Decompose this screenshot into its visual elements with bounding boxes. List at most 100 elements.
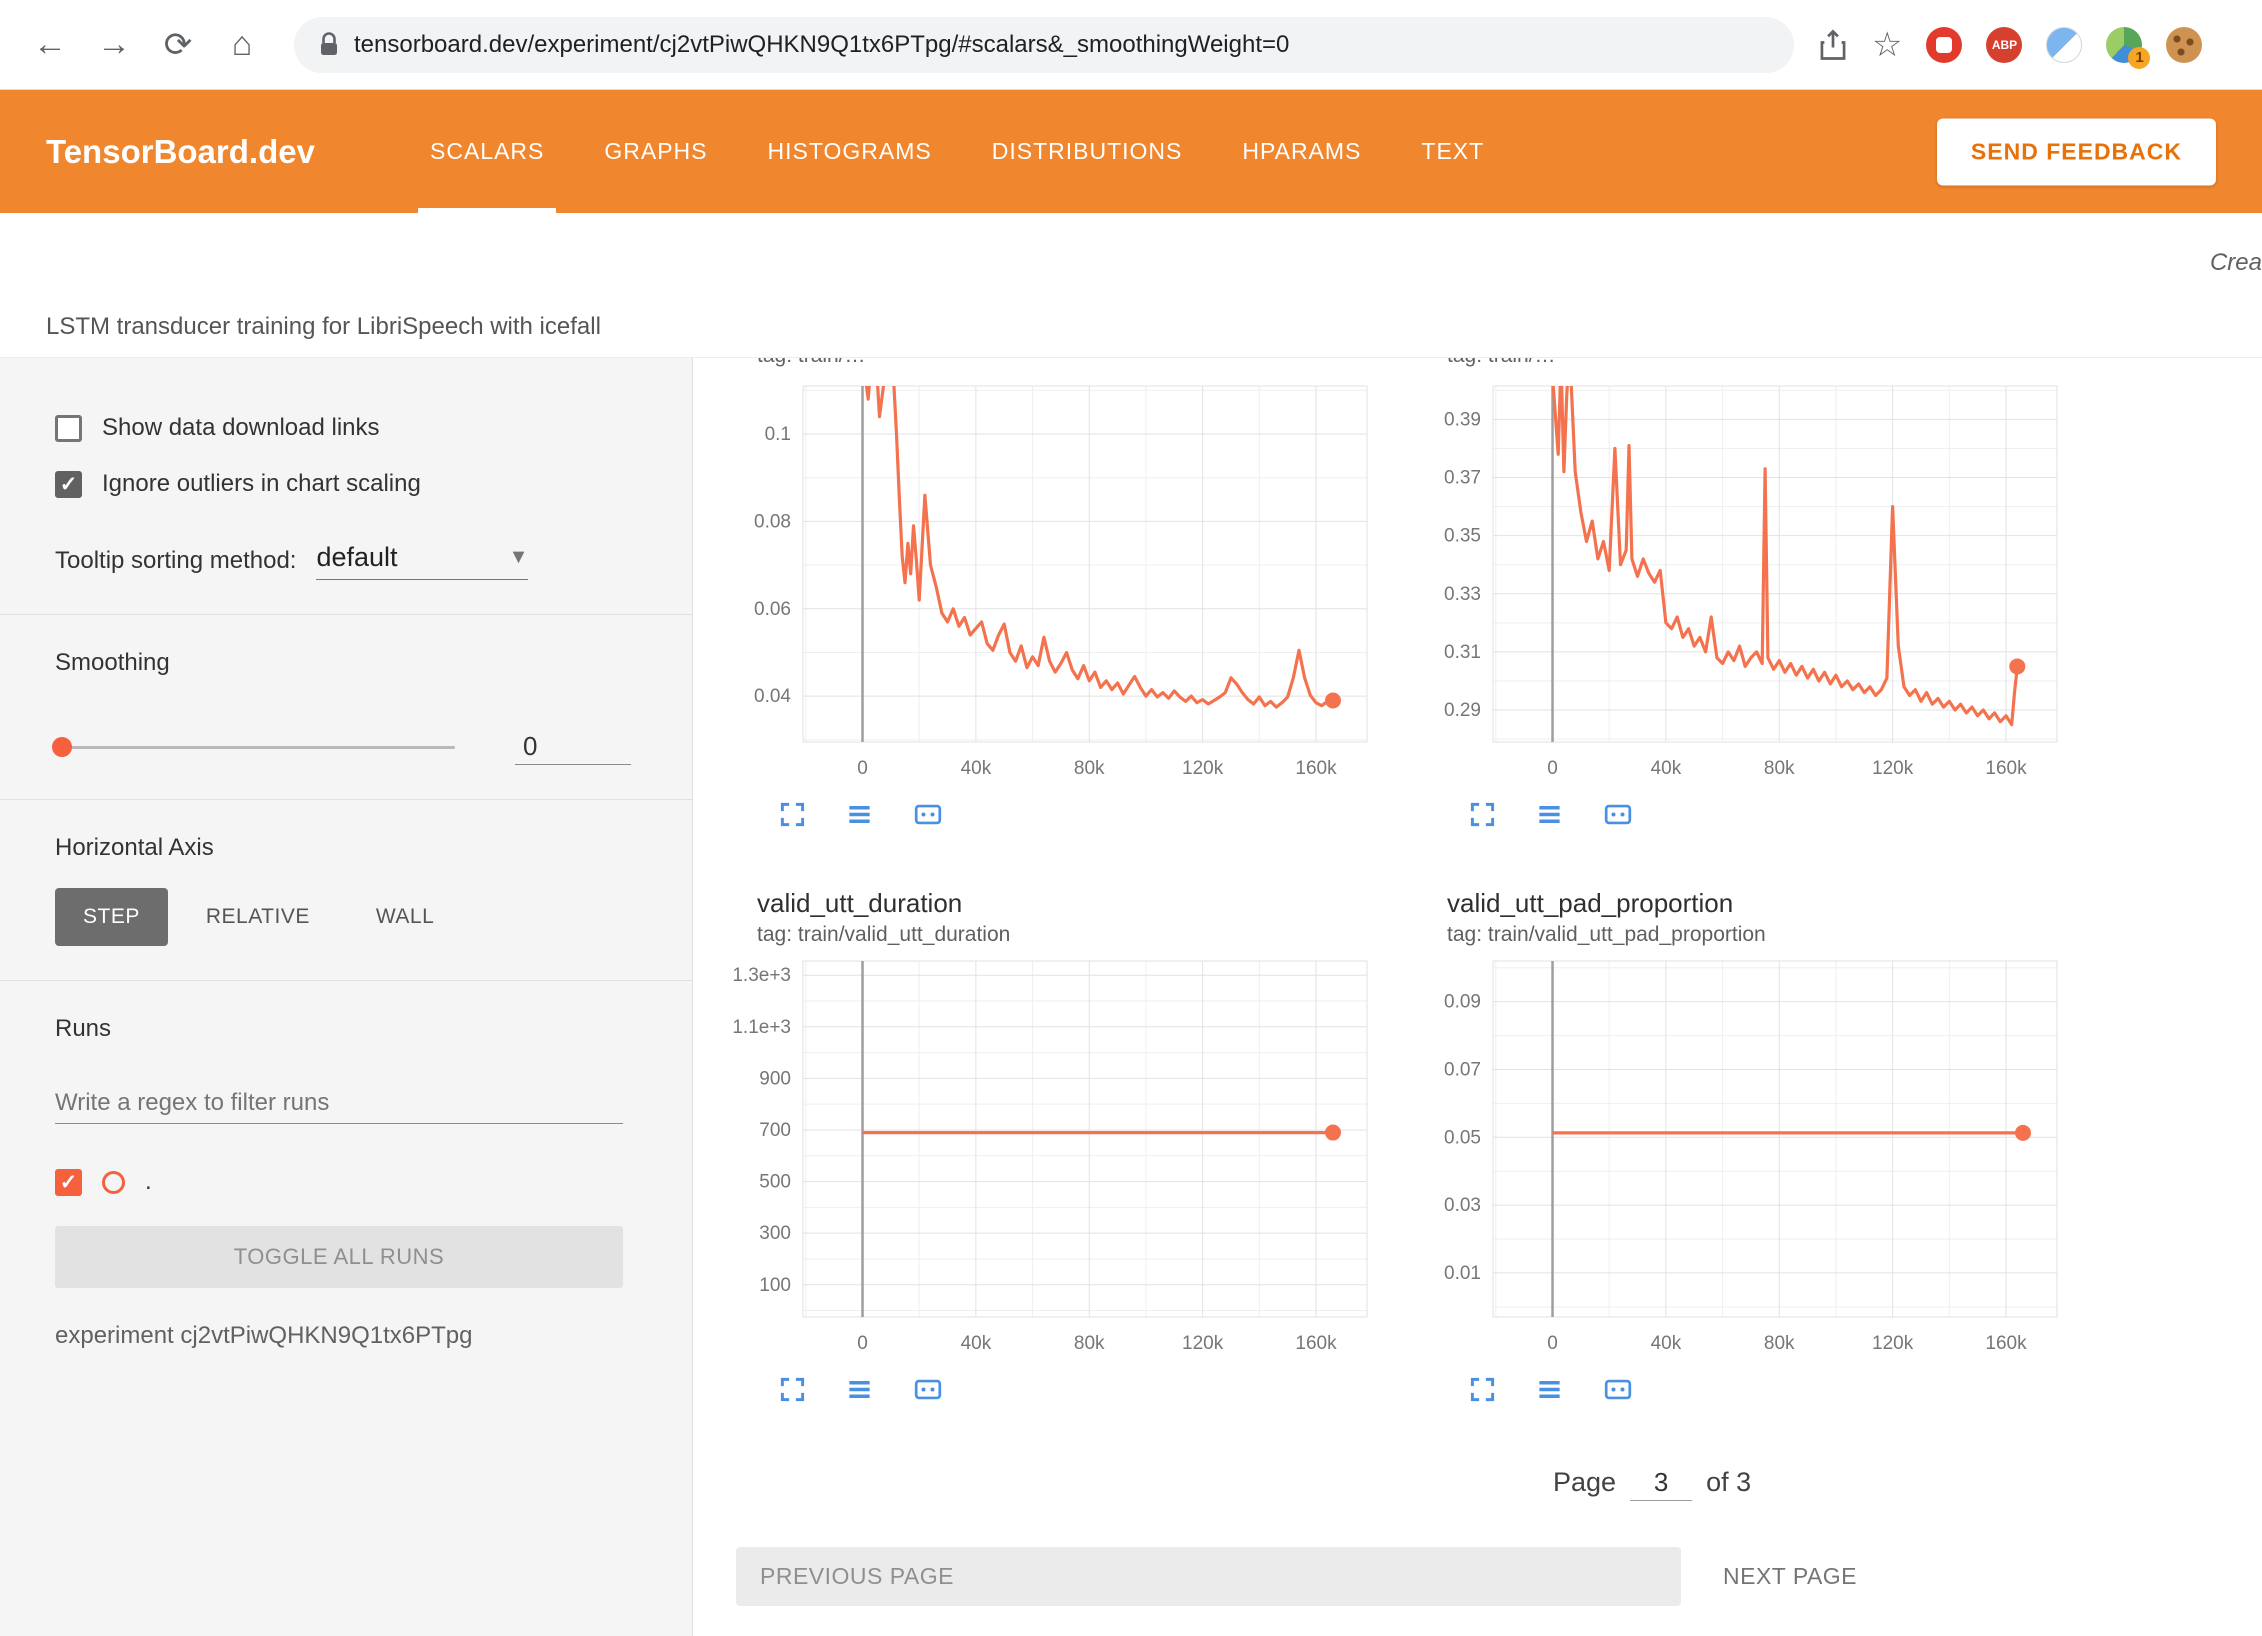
chart-canvas[interactable]: 040k80k120k160k1003005007009001.1e+31.3e… bbox=[723, 953, 1383, 1363]
axis-relative-button[interactable]: RELATIVE bbox=[178, 888, 338, 946]
tab-scalars[interactable]: SCALARS bbox=[400, 90, 574, 213]
chart-card: valid_utt_pad_proportion tag: train/vali… bbox=[1413, 888, 2103, 1407]
axis-wall-button[interactable]: WALL bbox=[348, 888, 462, 946]
ignore-outliers-checkbox[interactable] bbox=[55, 471, 82, 498]
smoothing-value-input[interactable] bbox=[515, 729, 631, 765]
experiment-name: experiment cj2vtPiwQHKN9Q1tx6PTpg bbox=[0, 1322, 692, 1350]
smoothing-slider-row bbox=[0, 729, 692, 765]
svg-text:40k: 40k bbox=[1651, 758, 1682, 779]
run-row[interactable]: . bbox=[0, 1168, 692, 1196]
svg-text:0.33: 0.33 bbox=[1444, 584, 1481, 605]
tooltip-sorting-dropdown[interactable]: default ▼ bbox=[316, 542, 528, 580]
adblock-extension-icon[interactable] bbox=[1926, 27, 1962, 63]
toggle-all-runs-button[interactable]: TOGGLE ALL RUNS bbox=[55, 1226, 623, 1288]
fit-domain-icon[interactable] bbox=[913, 801, 943, 828]
share-icon[interactable] bbox=[1818, 29, 1848, 61]
divider bbox=[0, 799, 692, 800]
blue-extension-icon[interactable] bbox=[2046, 27, 2082, 63]
forward-icon[interactable]: → bbox=[88, 25, 140, 64]
charts-main: tag: train/… 040k80k120k160k0.040.060.08… bbox=[693, 358, 2262, 1636]
svg-text:0: 0 bbox=[857, 1333, 868, 1354]
runs-filter-input[interactable] bbox=[55, 1083, 623, 1124]
svg-text:80k: 80k bbox=[1764, 758, 1795, 779]
settings-sidebar: Show data download links Ignore outliers… bbox=[0, 358, 693, 1636]
chart-toolbar bbox=[1469, 796, 2103, 832]
chart-tag: tag: train/valid_utt_duration bbox=[757, 923, 1413, 947]
svg-text:40k: 40k bbox=[961, 758, 992, 779]
expand-chart-icon[interactable] bbox=[1469, 1376, 1496, 1403]
divider bbox=[0, 980, 692, 981]
svg-text:160k: 160k bbox=[1985, 758, 2027, 779]
svg-text:80k: 80k bbox=[1074, 1333, 1105, 1354]
experiment-description: LSTM transducer training for LibriSpeech… bbox=[46, 313, 601, 341]
svg-text:120k: 120k bbox=[1872, 1333, 1914, 1354]
lock-icon bbox=[318, 31, 340, 58]
fit-domain-icon[interactable] bbox=[913, 1376, 943, 1403]
fit-domain-icon[interactable] bbox=[1603, 801, 1633, 828]
tab-distributions[interactable]: DISTRIBUTIONS bbox=[962, 90, 1213, 213]
home-icon[interactable]: ⌂ bbox=[216, 25, 268, 64]
expand-chart-icon[interactable] bbox=[779, 1376, 806, 1403]
svg-text:0.04: 0.04 bbox=[754, 686, 791, 707]
abp-extension-icon[interactable]: ABP bbox=[1986, 27, 2022, 63]
toggle-log-axis-icon[interactable] bbox=[1536, 1376, 1563, 1403]
svg-text:0.06: 0.06 bbox=[754, 599, 791, 620]
tab-hparams[interactable]: HPARAMS bbox=[1212, 90, 1391, 213]
tensorboard-logo[interactable]: TensorBoard.dev bbox=[0, 133, 400, 171]
tab-graphs[interactable]: GRAPHS bbox=[574, 90, 737, 213]
chart-tag: tag: train/valid_utt_pad_proportion bbox=[1447, 923, 2103, 947]
ignore-outliers-label: Ignore outliers in chart scaling bbox=[102, 470, 421, 498]
toggle-log-axis-icon[interactable] bbox=[846, 801, 873, 828]
run-checkbox[interactable] bbox=[55, 1169, 82, 1196]
tooltip-sorting-row: Tooltip sorting method: default ▼ bbox=[0, 542, 692, 580]
chart-card: tag: train/… 040k80k120k160k0.290.310.33… bbox=[1413, 358, 2103, 832]
back-icon[interactable]: ← bbox=[24, 25, 76, 64]
smoothing-slider[interactable] bbox=[55, 746, 455, 749]
svg-text:700: 700 bbox=[759, 1120, 791, 1141]
svg-text:0.35: 0.35 bbox=[1444, 526, 1481, 547]
previous-page-button[interactable]: PREVIOUS PAGE bbox=[736, 1547, 1681, 1606]
url-bar[interactable]: tensorboard.dev/experiment/cj2vtPiwQHKN9… bbox=[294, 17, 1794, 73]
chart-canvas[interactable]: 040k80k120k160k0.010.030.050.070.09 bbox=[1413, 953, 2073, 1363]
svg-text:40k: 40k bbox=[961, 1333, 992, 1354]
svg-text:80k: 80k bbox=[1074, 758, 1105, 779]
expand-chart-icon[interactable] bbox=[1469, 801, 1496, 828]
svg-text:0: 0 bbox=[1547, 1333, 1558, 1354]
horizontal-axis-buttons: STEP RELATIVE WALL bbox=[0, 888, 692, 946]
cookie-extension-icon[interactable] bbox=[2166, 27, 2202, 63]
chart-toolbar bbox=[1469, 1371, 2103, 1407]
profile-avatar[interactable]: 1 bbox=[2106, 27, 2142, 63]
reload-icon[interactable]: ⟳ bbox=[152, 25, 204, 65]
next-page-button[interactable]: NEXT PAGE bbox=[1723, 1563, 1857, 1590]
expand-chart-icon[interactable] bbox=[779, 801, 806, 828]
horizontal-axis-label: Horizontal Axis bbox=[0, 834, 692, 862]
axis-step-button[interactable]: STEP bbox=[55, 888, 168, 946]
toggle-log-axis-icon[interactable] bbox=[1536, 801, 1563, 828]
page-number-input[interactable] bbox=[1630, 1465, 1692, 1501]
chart-card: valid_utt_duration tag: train/valid_utt_… bbox=[723, 888, 1413, 1407]
svg-text:0.08: 0.08 bbox=[754, 511, 791, 532]
chart-canvas[interactable]: 040k80k120k160k0.290.310.330.350.370.39 bbox=[1413, 378, 2073, 788]
browser-toolbar: ← → ⟳ ⌂ tensorboard.dev/experiment/cj2vt… bbox=[0, 0, 2262, 90]
svg-text:0.09: 0.09 bbox=[1444, 992, 1481, 1013]
smoothing-slider-thumb[interactable] bbox=[52, 737, 72, 757]
send-feedback-button[interactable]: SEND FEEDBACK bbox=[1937, 118, 2216, 185]
chart-canvas[interactable]: 040k80k120k160k0.040.060.080.1 bbox=[723, 378, 1383, 788]
show-download-links-checkbox[interactable] bbox=[55, 415, 82, 442]
profile-badge: 1 bbox=[2128, 47, 2150, 69]
svg-text:0.39: 0.39 bbox=[1444, 409, 1481, 430]
tab-text[interactable]: TEXT bbox=[1391, 90, 1514, 213]
ignore-outliers-row: Ignore outliers in chart scaling bbox=[0, 470, 692, 498]
svg-text:0: 0 bbox=[1547, 758, 1558, 779]
toggle-log-axis-icon[interactable] bbox=[846, 1376, 873, 1403]
fit-domain-icon[interactable] bbox=[1603, 1376, 1633, 1403]
smoothing-label: Smoothing bbox=[0, 649, 692, 677]
bookmark-star-icon[interactable]: ☆ bbox=[1872, 25, 1902, 65]
divider bbox=[0, 614, 692, 615]
tab-histograms[interactable]: HISTOGRAMS bbox=[738, 90, 962, 213]
experiment-subheader: Crea LSTM transducer training for LibriS… bbox=[0, 213, 2262, 358]
svg-text:120k: 120k bbox=[1182, 758, 1224, 779]
pager-buttons: PREVIOUS PAGE NEXT PAGE bbox=[736, 1547, 2262, 1606]
tooltip-sorting-label: Tooltip sorting method: bbox=[55, 547, 296, 575]
url-text: tensorboard.dev/experiment/cj2vtPiwQHKN9… bbox=[354, 31, 1289, 59]
